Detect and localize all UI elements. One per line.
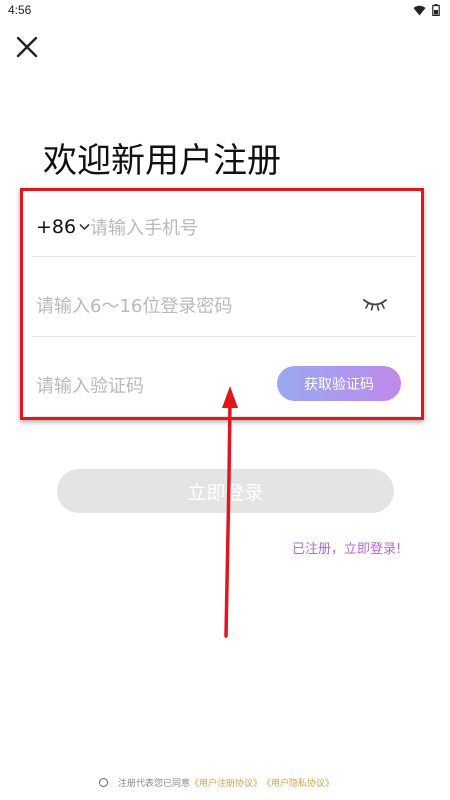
status-icons: [413, 4, 440, 16]
status-bar: 4:56: [0, 0, 450, 20]
agreement-bar: 注册代表您已同意 《用户注册协议》 《用户隐私协议》: [99, 776, 334, 789]
country-code-label: +86: [36, 216, 77, 238]
battery-icon: [432, 4, 440, 16]
register-form: +86 获取验证码: [20, 188, 424, 420]
privacy-agreement-link[interactable]: 《用户隐私协议》: [262, 776, 334, 789]
wifi-icon: [413, 5, 426, 15]
password-visibility-toggle[interactable]: [361, 296, 389, 312]
agreement-radio[interactable]: [99, 778, 108, 787]
page-title: 欢迎新用户注册: [43, 141, 281, 181]
status-time: 4:56: [8, 3, 32, 17]
close-button[interactable]: [14, 34, 40, 60]
registered-login-link[interactable]: 已注册，立即登录!: [292, 538, 401, 557]
country-code-selector[interactable]: +86: [36, 216, 90, 238]
eye-closed-icon: [363, 299, 387, 311]
password-input[interactable]: [36, 294, 336, 318]
login-button[interactable]: 立即登录: [57, 469, 394, 513]
get-code-button[interactable]: 获取验证码: [277, 366, 401, 401]
chevron-down-icon: [79, 223, 90, 231]
phone-input[interactable]: [90, 216, 380, 240]
agreement-prefix: 注册代表您已同意: [118, 779, 191, 789]
verification-code-input[interactable]: [36, 374, 266, 398]
close-icon: [16, 36, 38, 58]
user-agreement-link[interactable]: 《用户注册协议》: [190, 776, 262, 789]
